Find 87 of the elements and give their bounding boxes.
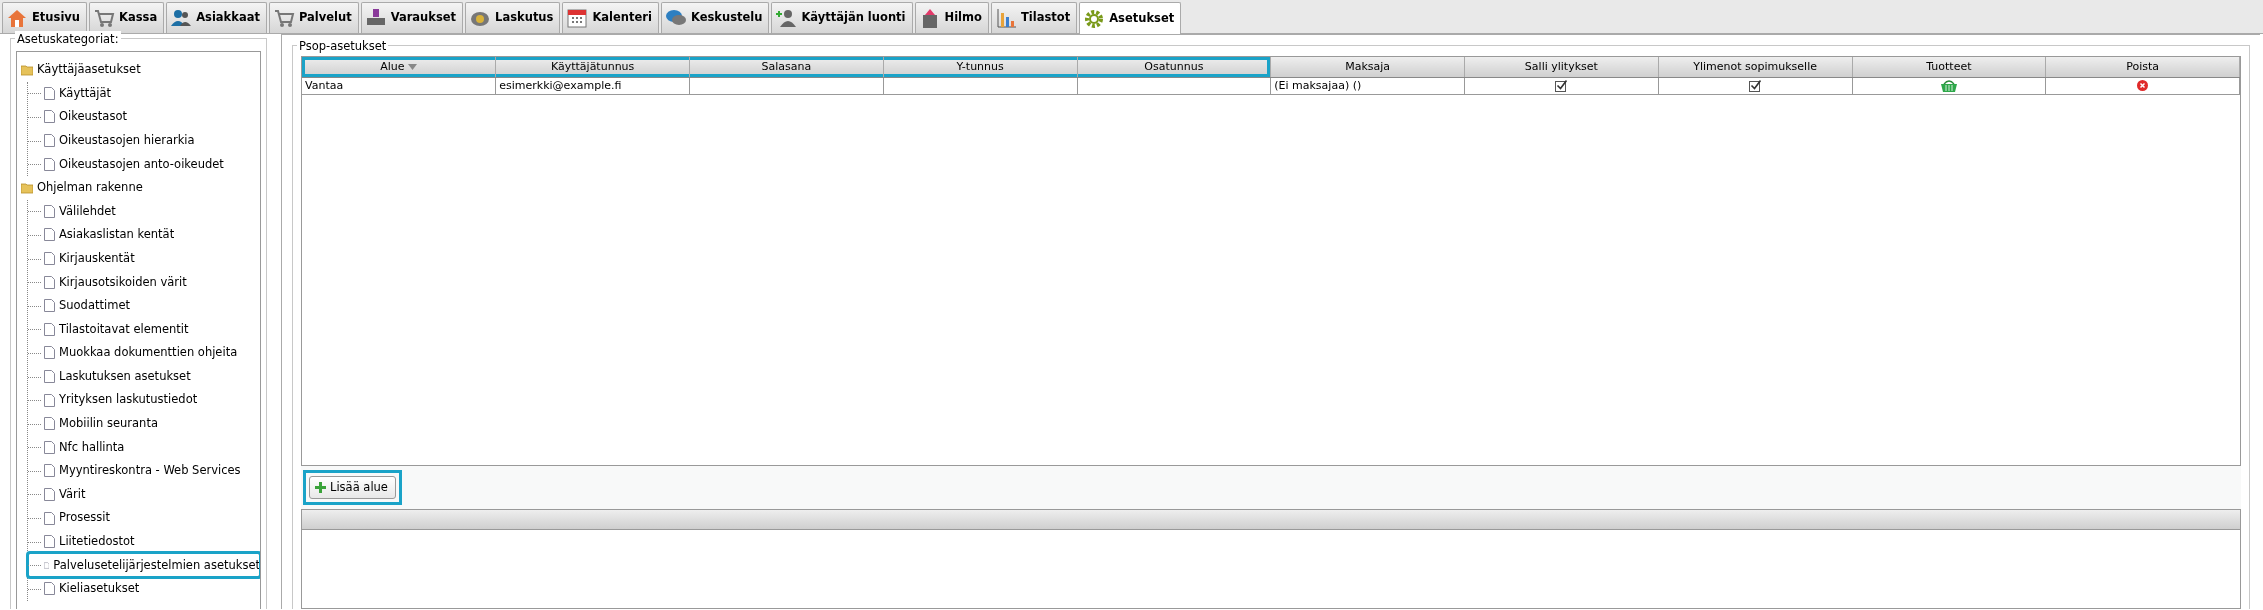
panel-title: Psop-asetukset xyxy=(297,38,389,56)
tree-item[interactable]: Tilastoitavat elementit xyxy=(28,317,260,342)
tree-item[interactable]: Palvelusetelijärjestelmien asetukset xyxy=(28,553,260,578)
tree-item[interactable]: Liitetiedostot xyxy=(28,529,260,554)
folder-icon xyxy=(21,63,33,76)
column-header[interactable]: Käyttäjätunnus xyxy=(495,57,690,77)
bar-chart-icon xyxy=(994,7,1017,29)
tree-item[interactable]: Kieliasetukset xyxy=(28,577,260,601)
tab[interactable]: Tilastot xyxy=(990,2,1078,33)
tab[interactable]: Kalenteri xyxy=(562,2,659,33)
basket-icon[interactable] xyxy=(1939,79,1958,92)
document-icon xyxy=(44,440,55,454)
add-area-button[interactable]: Lisää alue xyxy=(309,475,396,500)
people-icon xyxy=(170,7,193,29)
document-icon xyxy=(44,417,55,431)
document-icon xyxy=(44,110,55,124)
column-header[interactable]: Ylimenot sopimukselle xyxy=(1658,57,1852,77)
document-icon xyxy=(44,252,55,266)
tab[interactable]: Hilmo xyxy=(914,2,989,33)
tree-item[interactable]: Värit xyxy=(28,482,260,507)
tree-item[interactable]: Oikeustasojen anto-oikeudet xyxy=(28,152,260,176)
document-icon xyxy=(44,157,55,171)
folder-icon xyxy=(21,181,33,194)
tree-item[interactable]: Käyttäjät xyxy=(28,81,260,106)
document-icon xyxy=(44,582,55,596)
gear-icon xyxy=(1083,7,1106,30)
tree-item[interactable]: Asiakaslistan kentät xyxy=(28,223,260,247)
document-icon xyxy=(44,275,55,289)
tab[interactable]: Varaukset xyxy=(360,2,464,33)
column-header[interactable]: Maksaja xyxy=(1270,57,1465,77)
tab[interactable]: Keskustelu xyxy=(660,2,770,33)
checkbox[interactable] xyxy=(1555,79,1568,92)
column-header[interactable]: Poista xyxy=(2045,57,2240,77)
house-icon xyxy=(6,7,28,29)
tree-item[interactable]: Prosessit xyxy=(28,506,260,530)
document-icon xyxy=(44,488,55,501)
document-icon xyxy=(44,299,55,313)
calendar-icon xyxy=(566,7,589,29)
table-cell: esimerkki@example.fi xyxy=(495,77,690,95)
document-icon xyxy=(44,204,55,218)
tree-item[interactable]: Suodattimet xyxy=(28,293,260,318)
table-cell: Vantaa xyxy=(302,77,496,95)
document-icon xyxy=(44,511,55,525)
tab[interactable]: Etusivu xyxy=(2,2,87,33)
document-icon xyxy=(44,393,55,407)
checkbox[interactable] xyxy=(1749,79,1762,92)
tree-item[interactable]: Oikeustasojen hierarkia xyxy=(28,128,260,153)
document-icon xyxy=(44,346,55,360)
column-header[interactable]: Salli ylitykset xyxy=(1464,57,1659,77)
tree-item[interactable]: Kirjausotsikoiden värit xyxy=(28,270,260,294)
column-header[interactable]: Alue xyxy=(302,57,496,77)
cart-icon xyxy=(93,7,115,29)
document-icon xyxy=(44,370,55,383)
cart-icon xyxy=(272,7,295,29)
plus-icon xyxy=(314,481,327,494)
document-icon xyxy=(44,464,55,478)
document-icon xyxy=(44,322,55,336)
tab[interactable]: Laskutus xyxy=(465,2,561,33)
tree-item[interactable]: Kirjauskentät xyxy=(28,246,260,271)
tree-item[interactable]: Mobiilin seuranta xyxy=(28,411,260,436)
column-header[interactable]: Tuotteet xyxy=(1852,57,2046,77)
column-header[interactable]: Salasana xyxy=(689,57,884,77)
tree-item[interactable]: Myyntireskontra - Web Services xyxy=(28,459,260,483)
column-header[interactable]: Osatunnus xyxy=(1077,57,1271,77)
tab[interactable]: Asetukset xyxy=(1079,2,1182,34)
document-icon xyxy=(44,134,55,148)
document-icon xyxy=(44,228,55,242)
tab[interactable]: Palvelut xyxy=(268,2,359,33)
tree-item[interactable]: Välilehdet xyxy=(28,199,260,224)
tree-folder[interactable]: Ohjelman rakenne xyxy=(21,175,260,200)
tab[interactable]: Kassa xyxy=(89,2,165,33)
column-header[interactable]: Y-tunnus xyxy=(883,57,1077,77)
document-icon xyxy=(44,86,55,100)
tree-folder[interactable]: Käyttäjäasetukset xyxy=(21,58,260,82)
tree-item[interactable]: Nfc hallinta xyxy=(28,435,260,460)
tab[interactable]: Asiakkaat xyxy=(166,2,267,33)
tree-item[interactable]: Muokkaa dokumenttien ohjeita xyxy=(28,341,260,365)
tree-item[interactable]: Laskutuksen asetukset xyxy=(28,364,260,389)
sidebar-title: Asetuskategoriat: xyxy=(15,31,121,49)
document-icon xyxy=(44,535,55,549)
table-cell: (Ei maksajaa) () xyxy=(1270,77,1465,95)
delete-icon[interactable] xyxy=(2137,80,2149,91)
tree-item[interactable]: Yrityksen laskutustiedot xyxy=(28,388,260,412)
tree-item[interactable]: Oikeustasot xyxy=(28,105,260,129)
sort-arrow-icon xyxy=(408,63,418,70)
add-user-icon xyxy=(775,7,798,29)
tab[interactable]: Käyttäjän luonti xyxy=(771,2,913,33)
